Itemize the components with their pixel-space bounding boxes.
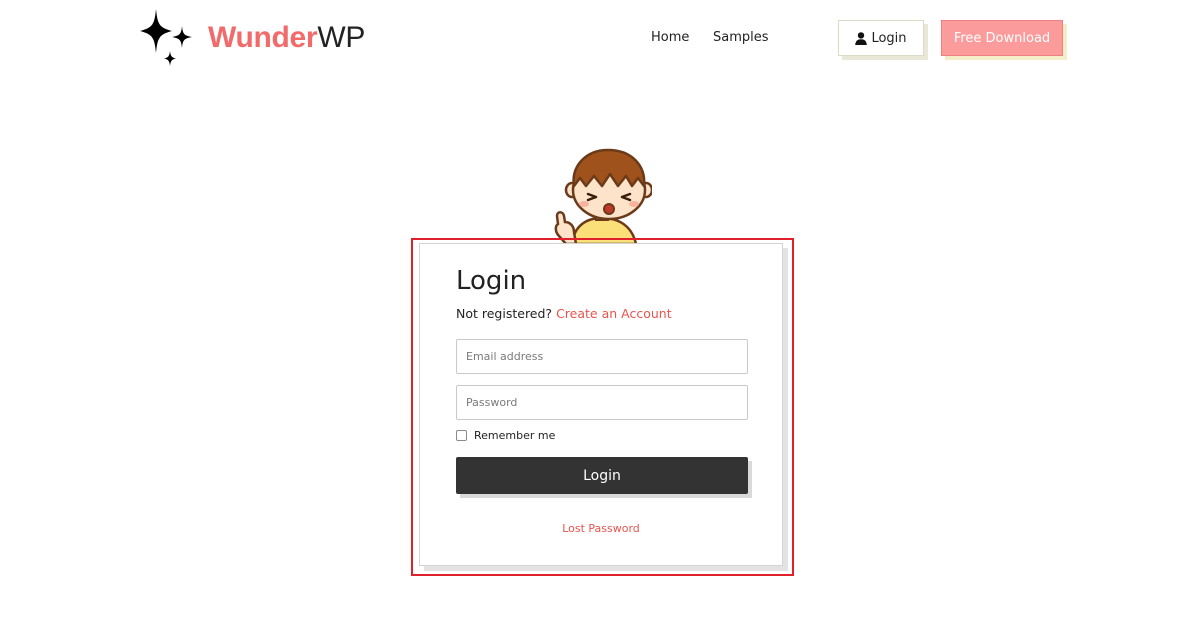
not-registered-text: Not registered? (456, 306, 553, 321)
login-title: Login (456, 266, 527, 296)
sparkles-icon (140, 9, 192, 66)
header-login-button[interactable]: Login (838, 20, 924, 56)
free-download-button[interactable]: Free Download (941, 20, 1063, 56)
email-field[interactable] (456, 339, 748, 374)
remember-me-label: Remember me (474, 429, 556, 442)
header-login-label: Login (871, 30, 907, 46)
create-account-link[interactable]: Create an Account (556, 306, 672, 321)
boy-thumbs-up-mascot (546, 146, 652, 244)
login-card: Login Not registered? Create an Account … (419, 243, 783, 566)
brand-name-part1: Wunder (208, 21, 318, 54)
password-field[interactable] (456, 385, 748, 420)
remember-me[interactable]: Remember me (456, 429, 555, 442)
brand-name-part2: WP (317, 21, 366, 54)
header-login-button-wrap: Login (838, 20, 928, 60)
remember-me-checkbox[interactable] (456, 430, 467, 441)
brand-name: WunderWP (208, 23, 365, 53)
user-icon (855, 31, 868, 45)
nav-home-link[interactable]: Home (651, 30, 689, 45)
not-registered-line: Not registered? Create an Account (456, 306, 672, 321)
login-submit-button[interactable]: Login (456, 457, 748, 494)
lost-password-link[interactable]: Lost Password (420, 522, 782, 535)
nav-samples-link[interactable]: Samples (713, 30, 769, 45)
brand-logo[interactable]: WunderWP (138, 6, 365, 70)
free-download-button-wrap: Free Download (941, 20, 1067, 60)
